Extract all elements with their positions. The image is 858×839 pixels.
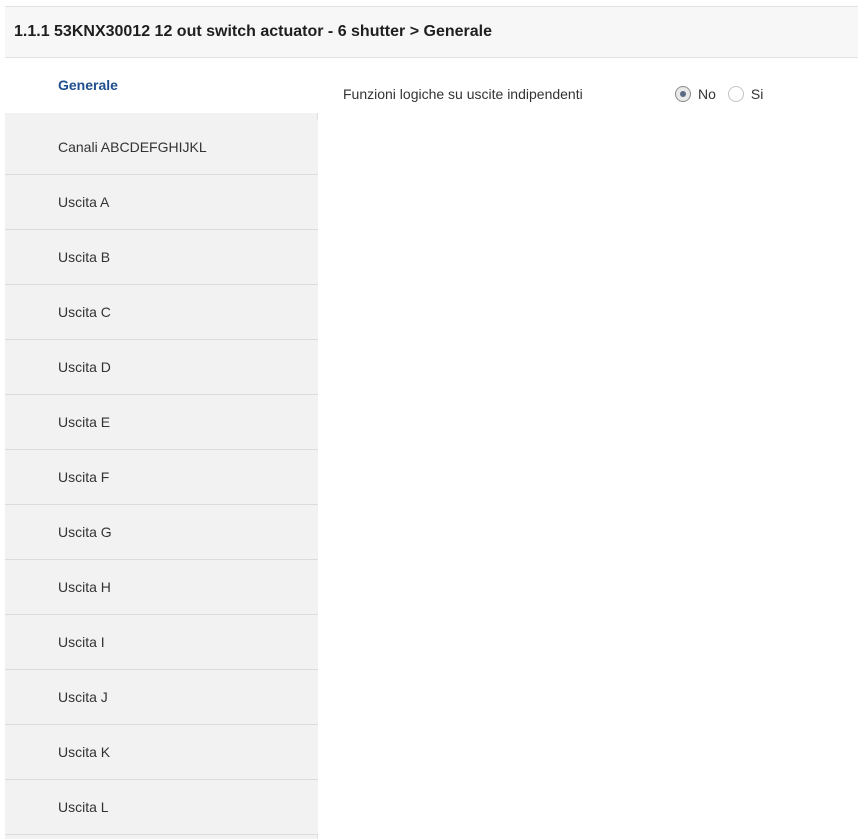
sidebar-item-label: Canali ABCDEFGHIJKL [58, 139, 207, 155]
sidebar-item-label: Uscita C [58, 304, 111, 320]
radio-checked-icon[interactable] [675, 86, 691, 102]
sidebar-item-uscita-e[interactable]: Uscita E [5, 395, 318, 450]
sidebar-item-label: Uscita I [58, 634, 105, 650]
sidebar-item-label: Uscita A [58, 194, 110, 210]
parameter-panel: Funzioni logiche su uscite indipendenti … [318, 58, 858, 839]
sidebar-item-uscita-i[interactable]: Uscita I [5, 615, 318, 670]
sidebar-item-uscita-a[interactable]: Uscita A [5, 175, 318, 230]
sidebar-item-uscita-k[interactable]: Uscita K [5, 725, 318, 780]
radio-option-si[interactable]: Si [727, 86, 764, 102]
radio-option-no[interactable]: No [675, 86, 716, 102]
sidebar-item-label: Uscita K [58, 744, 111, 760]
page-title: 1.1.1 53KNX30012 12 out switch actuator … [14, 23, 492, 40]
parameter-label: Funzioni logiche su uscite indipendenti [343, 86, 583, 102]
sidebar-item-uscita-f[interactable]: Uscita F [5, 450, 318, 505]
sidebar-item-uscita-b[interactable]: Uscita B [5, 230, 318, 285]
sidebar-item-uscita-c[interactable]: Uscita C [5, 285, 318, 340]
sidebar-item-label: Uscita D [58, 359, 111, 375]
sidebar-item-canali[interactable]: Canali ABCDEFGHIJKL [5, 120, 318, 175]
sidebar-item-label: Uscita B [58, 249, 111, 265]
sidebar-item-uscita-j[interactable]: Uscita J [5, 670, 318, 725]
sidebar: Generale Canali ABCDEFGHIJKL Uscita A Us… [5, 58, 318, 839]
sidebar-item-label: Uscita G [58, 524, 112, 540]
sidebar-item-label: Generale [58, 77, 118, 93]
radio-option-label: No [698, 86, 716, 102]
sidebar-item-label: Uscita J [58, 689, 108, 705]
sidebar-item-label: Uscita F [58, 469, 110, 485]
radio-unchecked-icon[interactable] [727, 86, 744, 102]
breadcrumb-header: 1.1.1 53KNX30012 12 out switch actuator … [5, 6, 858, 58]
radio-option-label: Si [750, 86, 764, 102]
sidebar-item-label: Uscita L [58, 799, 109, 815]
sidebar-item-uscita-l[interactable]: Uscita L [5, 780, 318, 835]
sidebar-item-uscita-g[interactable]: Uscita G [5, 505, 318, 560]
sidebar-item-label: Uscita H [58, 579, 111, 595]
logic-functions-radio-group: No Si [675, 84, 775, 104]
sidebar-item-label: Uscita E [58, 414, 111, 430]
sidebar-item-generale[interactable]: Generale [5, 58, 318, 113]
sidebar-item-uscita-h[interactable]: Uscita H [5, 560, 318, 615]
sidebar-item-uscita-d[interactable]: Uscita D [5, 340, 318, 395]
